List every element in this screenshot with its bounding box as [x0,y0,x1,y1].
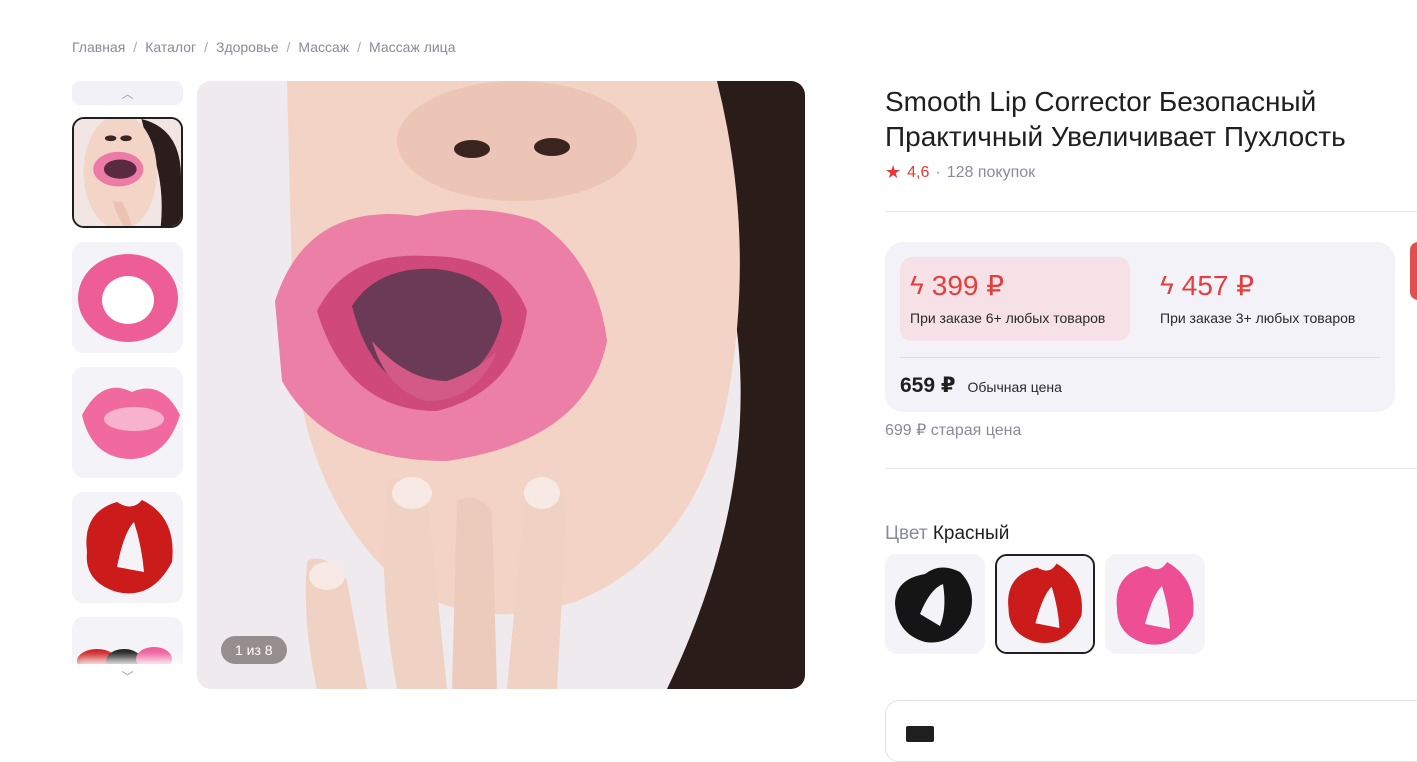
chevron-up-icon: ︿ [121,86,134,101]
old-price: 699 ₽ старая цена [885,422,1022,439]
chevron-down-icon: ﹀ [121,669,134,684]
breadcrumb-link-health[interactable]: Здоровье [216,39,279,55]
offer-condition: При заказе 6+ любых товаров [910,310,1106,326]
breadcrumb-separator: / [286,39,291,55]
selected-color: Красный [932,523,1010,544]
thumbnail-multi-color[interactable] [72,617,183,664]
black-lips-image [885,554,985,654]
breadcrumb-link-face-massage[interactable]: Массаж лица [369,39,455,55]
color-selector-label: Цвет Красный [885,523,1009,545]
delivery-info-card [885,700,1417,762]
product-title: Smooth Lip Corrector Безопасный Практичн… [885,86,1346,152]
pink-ring-image [72,242,183,353]
breadcrumb-link-home[interactable]: Главная [72,39,125,55]
divider [885,211,1417,212]
offer-price: 457 ₽ [1181,270,1255,301]
star-icon: ★ [885,162,902,182]
lightning-icon: ϟ [910,270,924,300]
divider [900,357,1380,358]
red-lips-image [72,492,183,603]
color-option-red[interactable] [995,554,1095,654]
regular-price-amount: 659 ₽ [900,374,956,397]
color-option-black[interactable] [885,554,985,654]
image-counter: 1 из 8 [221,636,287,664]
thumbnails-scroll-up-button[interactable]: ︿ [72,81,183,105]
color-label: Цвет [885,523,928,544]
offer-3-items[interactable]: ϟ 457 ₽ При заказе 3+ любых товаров [1150,257,1380,341]
offer-price: 399 ₽ [931,270,1005,301]
thumbnail-red-lips[interactable] [72,492,183,603]
color-option-pink[interactable] [1105,554,1205,654]
breadcrumb-separator: / [133,39,138,55]
main-face-photo [197,81,805,689]
red-lips-image [997,556,1093,652]
product-rating[interactable]: ★ 4,6 · 128 покупок [885,162,1035,183]
offer-6-items[interactable]: ϟ 399 ₽ При заказе 6+ любых товаров [900,257,1130,341]
price-panel: ϟ 399 ₽ При заказе 6+ любых товаров ϟ 45… [885,242,1395,412]
thumbnail-pink-ring[interactable] [72,242,183,353]
breadcrumb-link-catalog[interactable]: Каталог [145,39,196,55]
breadcrumb-separator: / [204,39,208,55]
breadcrumb-link-massage[interactable]: Массаж [298,39,349,55]
side-badge[interactable] [1410,242,1417,300]
multi-color-image [72,617,183,664]
face-photo-image [74,119,181,226]
main-product-image[interactable] [197,81,805,689]
regular-price-label: Обычная цена [967,379,1062,395]
offer-condition: При заказе 3+ любых товаров [1160,310,1356,326]
rating-value: 4,6 [907,163,930,181]
thumbnail-pink-lips[interactable] [72,367,183,478]
breadcrumb: Главная / Каталог / Здоровье / Массаж / … [72,39,456,55]
divider [885,468,1417,469]
regular-price: 659 ₽ Обычная цена [900,373,1062,398]
rating-separator: · [935,163,941,181]
pink-lips-image [1105,554,1205,654]
purchases-count: 128 покупок [946,163,1036,181]
thumbnails-scroll-down-button[interactable]: ﹀ [72,664,183,688]
thumbnail-face-photo[interactable] [72,117,183,228]
lightning-icon: ϟ [1160,270,1174,300]
pink-lips-image [72,367,183,478]
breadcrumb-separator: / [357,39,362,55]
truck-icon [906,726,934,742]
